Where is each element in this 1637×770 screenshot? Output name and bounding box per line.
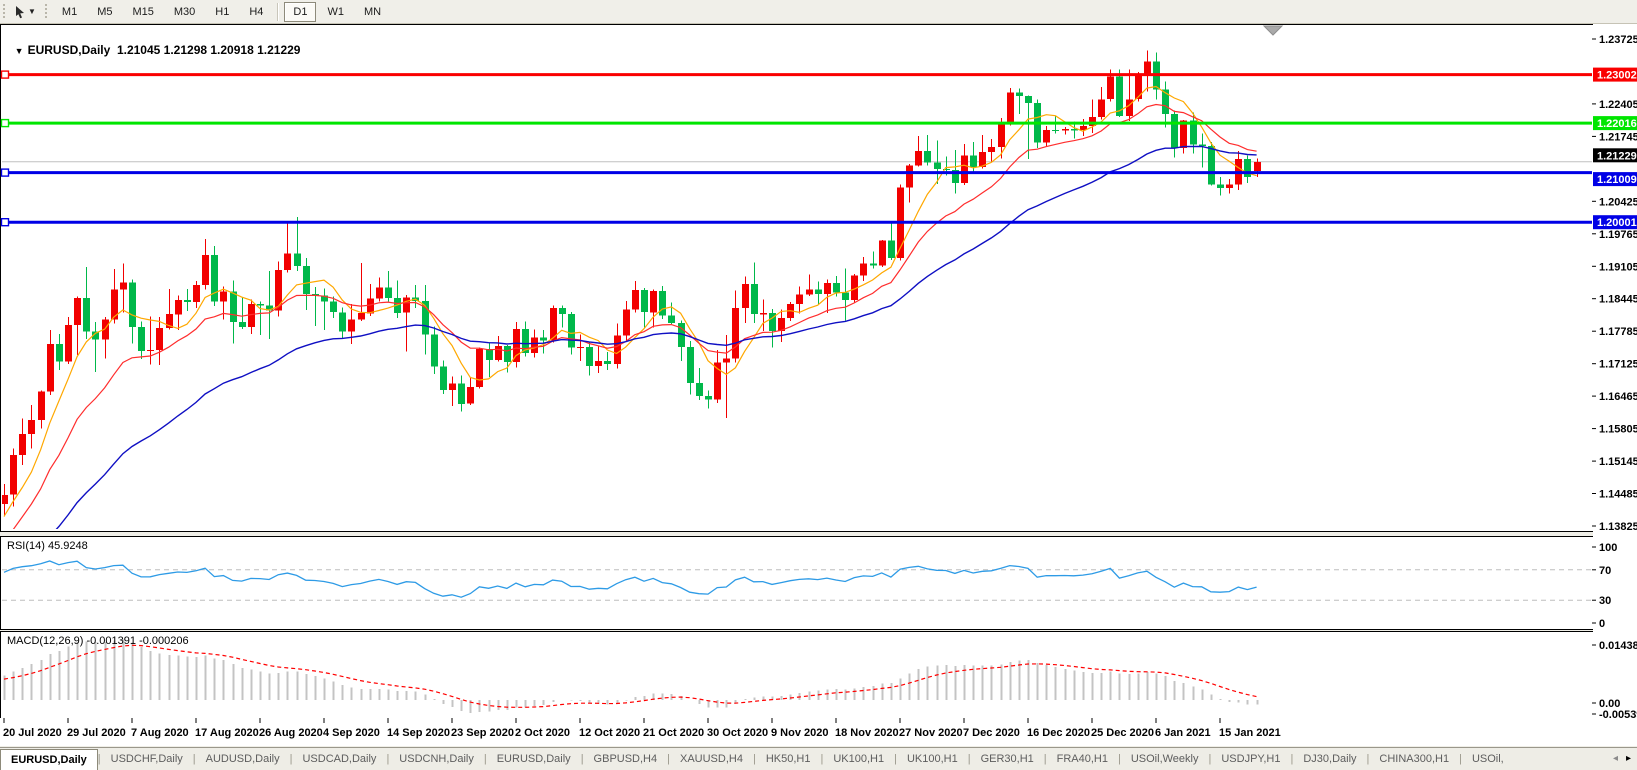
tabs-scroll-right-button[interactable]: ▸ bbox=[1626, 754, 1631, 764]
timeframe-button-m15[interactable]: M15 bbox=[123, 2, 162, 22]
toolbar-grip-2[interactable] bbox=[44, 4, 49, 20]
chart-tab-usoil-weekly[interactable]: USOil,Weekly bbox=[1121, 748, 1209, 770]
timeframe-button-m30[interactable]: M30 bbox=[165, 2, 204, 22]
chart-tab-usoil-[interactable]: USOil, bbox=[1462, 748, 1514, 770]
chart-tab-eurusd-daily[interactable]: EURUSD,Daily bbox=[487, 748, 581, 770]
timeframe-button-h4[interactable]: H4 bbox=[240, 2, 272, 22]
price-chart-panel[interactable] bbox=[0, 24, 1594, 532]
timeframe-button-m1[interactable]: M1 bbox=[53, 2, 86, 22]
macd-indicator-panel[interactable] bbox=[0, 631, 1594, 719]
macd-label: MACD(12,26,9) -0.001391 -0.000206 bbox=[7, 635, 189, 647]
chart-tab-usdjpy-h1[interactable]: USDJPY,H1 bbox=[1211, 748, 1290, 770]
rsi-label: RSI(14) 45.9248 bbox=[7, 540, 88, 552]
chart-tab-dj30-daily[interactable]: DJ30,Daily bbox=[1293, 748, 1366, 770]
chart-tab-hk50-h1[interactable]: HK50,H1 bbox=[756, 748, 821, 770]
timeframe-button-mn[interactable]: MN bbox=[355, 2, 390, 22]
chart-title: ▼ EURUSD,Daily 1.21045 1.21298 1.20918 1.… bbox=[8, 29, 300, 57]
chart-tab-audusd-daily[interactable]: AUDUSD,Daily bbox=[196, 748, 290, 770]
chart-symbol-label: EURUSD,Daily bbox=[28, 43, 111, 57]
rsi-indicator-panel[interactable] bbox=[0, 536, 1594, 630]
toolbar-grip[interactable] bbox=[2, 4, 7, 20]
chart-tab-eurusd-daily[interactable]: EURUSD,Daily bbox=[0, 749, 98, 770]
top-toolbar: ▼ M1M5M15M30H1H4 D1W1MN bbox=[0, 0, 1637, 24]
mt4-terminal: { "toolbar": { "tool_icon": "cursor-poin… bbox=[0, 0, 1637, 769]
chart-tab-xauusd-h4[interactable]: XAUUSD,H4 bbox=[670, 748, 753, 770]
chart-tabs: EURUSD,Daily|USDCHF,Daily|AUDUSD,Daily|U… bbox=[0, 748, 1514, 770]
timeframe-button-group: M1M5M15M30H1H4 D1W1MN bbox=[52, 2, 391, 22]
timeframe-button-w1[interactable]: W1 bbox=[318, 2, 353, 22]
chart-tab-uk100-h1[interactable]: UK100,H1 bbox=[823, 748, 894, 770]
toolbar-separator bbox=[277, 3, 279, 21]
tab-scroll-arrows: ◂ ▸ bbox=[1613, 748, 1637, 770]
chart-tab-usdchf-daily[interactable]: USDCHF,Daily bbox=[101, 748, 193, 770]
time-axis[interactable] bbox=[0, 718, 1637, 746]
chart-tab-ger30-h1[interactable]: GER30,H1 bbox=[971, 748, 1044, 770]
chart-tab-china300-h1[interactable]: CHINA300,H1 bbox=[1369, 748, 1459, 770]
chart-ohlc-values: 1.21045 1.21298 1.20918 1.21229 bbox=[117, 43, 301, 57]
chart-tab-gbpusd-h4[interactable]: GBPUSD,H4 bbox=[584, 748, 668, 770]
chart-tab-uk100-h1[interactable]: UK100,H1 bbox=[897, 748, 968, 770]
timeframe-button-d1[interactable]: D1 bbox=[284, 2, 316, 22]
timeframe-button-m5[interactable]: M5 bbox=[88, 2, 121, 22]
chart-tab-usdcnh-daily[interactable]: USDCNH,Daily bbox=[389, 748, 484, 770]
timeframe-button-h1[interactable]: H1 bbox=[206, 2, 238, 22]
chart-tab-usdcad-daily[interactable]: USDCAD,Daily bbox=[292, 748, 386, 770]
chart-tab-fra40-h1[interactable]: FRA40,H1 bbox=[1047, 748, 1118, 770]
chart-tab-bar: EURUSD,Daily|USDCHF,Daily|AUDUSD,Daily|U… bbox=[0, 747, 1637, 770]
chevron-down-icon: ▼ bbox=[28, 7, 36, 16]
cursor-pointer-icon bbox=[14, 5, 26, 19]
symbol-collapse-icon[interactable]: ▼ bbox=[15, 46, 24, 56]
tabs-scroll-left-button[interactable]: ◂ bbox=[1613, 754, 1618, 764]
price-axis[interactable] bbox=[1593, 24, 1637, 745]
cursor-tool-button[interactable]: ▼ bbox=[10, 4, 40, 20]
